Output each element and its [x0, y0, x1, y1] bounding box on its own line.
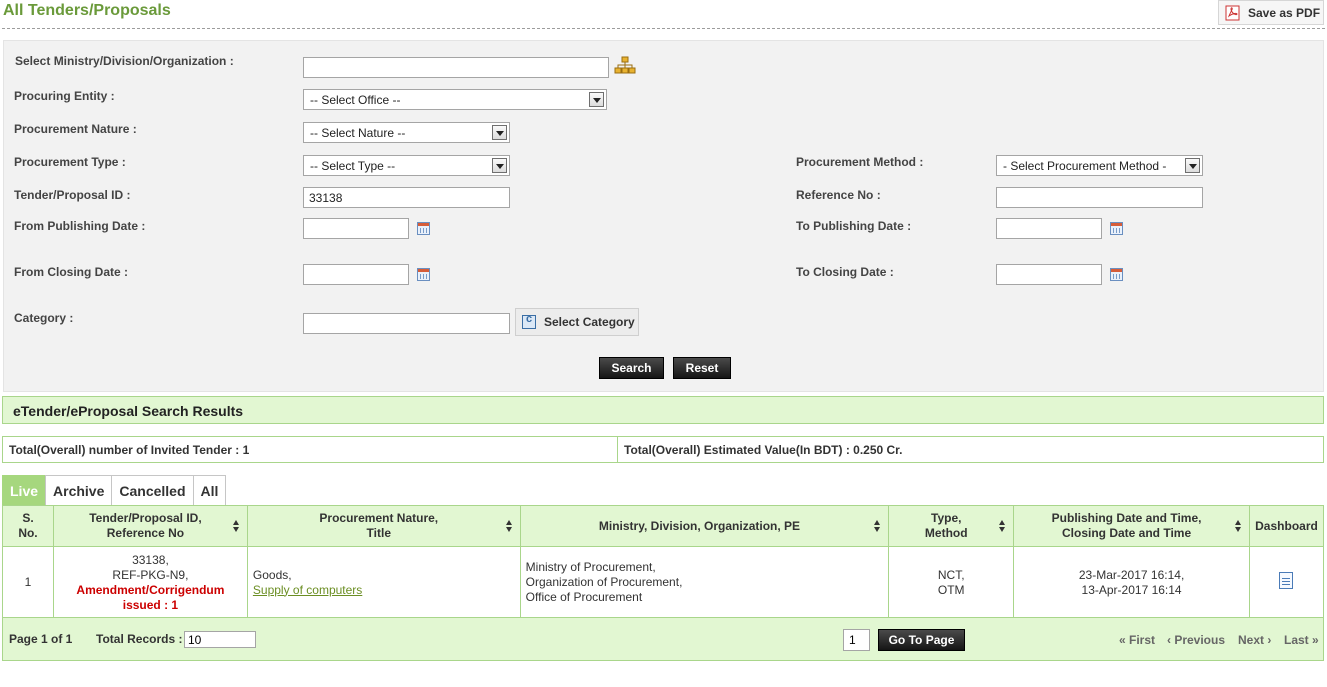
- tab-live[interactable]: Live: [2, 475, 47, 505]
- tab-archive[interactable]: Archive: [45, 475, 113, 505]
- previous-page-link[interactable]: ‹ Previous: [1167, 633, 1225, 647]
- cell-type-method: NCT, OTM: [888, 546, 1015, 619]
- procurement-nature-label: Procurement Nature :: [14, 122, 137, 136]
- column-procurement-nature[interactable]: Procurement Nature, Title: [246, 505, 521, 547]
- page-title: All Tenders/Proposals: [3, 2, 171, 19]
- to-closing-date-label: To Closing Date :: [796, 265, 894, 279]
- last-page-link[interactable]: Last »: [1284, 633, 1319, 647]
- tender-title-link[interactable]: Supply of computers: [253, 583, 362, 597]
- ministry-label: Select Ministry/Division/Organization :: [15, 54, 234, 68]
- search-form: [3, 40, 1324, 392]
- chevron-down-icon: [589, 92, 604, 107]
- select-category-label: Select Category: [544, 315, 635, 329]
- from-publishing-date-input[interactable]: [303, 218, 409, 239]
- to-closing-date-input[interactable]: [996, 264, 1102, 285]
- total-tenders: Total(Overall) number of Invited Tender …: [3, 437, 618, 462]
- procuring-entity-value: -- Select Office --: [310, 93, 401, 107]
- calendar-icon[interactable]: [417, 268, 430, 281]
- amendment-notice: Amendment/Corrigendum: [76, 582, 225, 597]
- page-info: Page 1 of 1: [9, 632, 73, 646]
- save-as-pdf-label: Save as PDF: [1248, 5, 1321, 20]
- tender-id-input[interactable]: [303, 187, 510, 208]
- calendar-icon[interactable]: [1110, 268, 1123, 281]
- procurement-method-label: Procurement Method :: [796, 155, 924, 169]
- column-type-method[interactable]: Type, Method: [888, 505, 1015, 547]
- chevron-down-icon: [492, 158, 507, 173]
- column-dates[interactable]: Publishing Date and Time, Closing Date a…: [1013, 505, 1250, 547]
- category-icon: [522, 313, 536, 329]
- first-page-link[interactable]: « First: [1119, 633, 1155, 647]
- sort-icon[interactable]: [1234, 520, 1242, 532]
- tab-all[interactable]: All: [192, 475, 227, 505]
- reference-no-label: Reference No :: [796, 188, 881, 202]
- ministry-input[interactable]: [303, 57, 609, 78]
- procurement-nature-select[interactable]: -- Select Nature --: [303, 122, 510, 143]
- cell-dashboard: [1248, 546, 1325, 619]
- go-to-page-button[interactable]: Go To Page: [878, 629, 965, 651]
- chevron-down-icon: [1185, 158, 1200, 173]
- reset-button[interactable]: Reset: [673, 357, 731, 379]
- calendar-icon[interactable]: [417, 222, 430, 235]
- column-dashboard: Dashboard: [1248, 505, 1325, 547]
- to-publishing-date-input[interactable]: [996, 218, 1102, 239]
- next-page-link[interactable]: Next ›: [1238, 633, 1271, 647]
- total-records-input[interactable]: [184, 631, 256, 648]
- from-closing-date-label: From Closing Date :: [14, 265, 129, 279]
- pagination-bar: Page 1 of 1 Total Records : Go To Page «…: [2, 617, 1324, 661]
- pdf-icon: [1225, 5, 1241, 21]
- column-sno: S. No.: [2, 505, 54, 547]
- results-header: eTender/eProposal Search Results: [2, 396, 1324, 424]
- procurement-type-select[interactable]: -- Select Type --: [303, 155, 510, 176]
- reference-no-input[interactable]: [996, 187, 1203, 208]
- category-input[interactable]: [303, 313, 510, 334]
- category-label: Category :: [14, 311, 74, 325]
- column-ministry[interactable]: Ministry, Division, Organization, PE: [519, 505, 890, 547]
- cell-dates: 23-Mar-2017 16:14, 13-Apr-2017 16:14: [1013, 546, 1250, 619]
- procurement-type-label: Procurement Type :: [14, 155, 126, 169]
- tab-cancelled[interactable]: Cancelled: [111, 475, 194, 505]
- page-number-input[interactable]: [843, 629, 870, 651]
- dashboard-document-icon[interactable]: [1279, 572, 1294, 589]
- total-records-label: Total Records :: [96, 632, 183, 646]
- amendment-count: issued : 1: [122, 597, 179, 612]
- chevron-down-icon: [492, 125, 507, 140]
- sort-icon[interactable]: [232, 520, 240, 532]
- cell-ministry: Ministry of Procurement, Organization of…: [519, 546, 890, 619]
- cell-sno: 1: [2, 546, 54, 619]
- total-estimated-value: Total(Overall) Estimated Value(In BDT) :…: [624, 443, 903, 457]
- title-divider: [2, 28, 1325, 29]
- table-header-row: S. No. Tender/Proposal ID, Reference No …: [2, 505, 1325, 547]
- from-closing-date-input[interactable]: [303, 264, 409, 285]
- calendar-icon[interactable]: [1110, 222, 1123, 235]
- procurement-nature-value: -- Select Nature --: [310, 126, 406, 140]
- table-row: 1 33138, REF-PKG-N9, Amendment/Corrigend…: [2, 546, 1325, 619]
- procuring-entity-select[interactable]: -- Select Office --: [303, 89, 607, 110]
- result-tabs: Live Archive Cancelled All: [2, 475, 227, 505]
- column-tender-id[interactable]: Tender/Proposal ID, Reference No: [52, 505, 248, 547]
- results-table: S. No. Tender/Proposal ID, Reference No …: [2, 505, 1325, 619]
- procurement-type-value: -- Select Type --: [310, 159, 396, 173]
- sort-icon[interactable]: [505, 520, 513, 532]
- select-category-button[interactable]: Select Category: [515, 308, 639, 336]
- sort-icon[interactable]: [999, 520, 1006, 532]
- to-publishing-date-label: To Publishing Date :: [796, 219, 912, 233]
- tender-id-label: Tender/Proposal ID :: [14, 188, 131, 202]
- sort-icon[interactable]: [874, 520, 881, 532]
- search-button[interactable]: Search: [599, 357, 664, 379]
- cell-tender-id: 33138, REF-PKG-N9, Amendment/Corrigendum…: [52, 546, 248, 619]
- procurement-method-value: - Select Procurement Method -: [1003, 159, 1167, 173]
- save-as-pdf-button[interactable]: Save as PDF: [1218, 0, 1324, 25]
- from-publishing-date-label: From Publishing Date :: [14, 219, 146, 233]
- cell-procurement-nature: Goods, Supply of computers: [246, 546, 521, 619]
- totals-bar: Total(Overall) number of Invited Tender …: [2, 436, 1324, 463]
- procuring-entity-label: Procuring Entity :: [14, 89, 115, 103]
- procurement-method-select[interactable]: - Select Procurement Method -: [996, 155, 1203, 176]
- org-tree-icon[interactable]: [614, 56, 636, 76]
